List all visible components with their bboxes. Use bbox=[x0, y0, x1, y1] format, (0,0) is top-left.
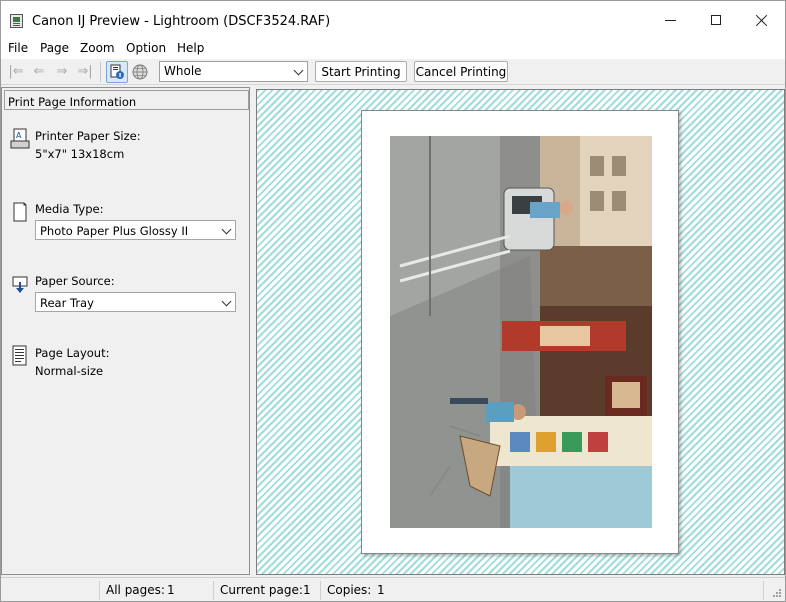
status-bar: All pages: 1 Current page: 1 Copies: 1 bbox=[1, 577, 785, 601]
toolbar: |⇐ ⇐ ⇒ ⇒| Whole Start Printing Cancel Pr… bbox=[1, 59, 785, 85]
all-pages-label: All pages: bbox=[106, 583, 165, 597]
copies-field: Copies: bbox=[320, 581, 763, 600]
street-photo-image bbox=[390, 136, 652, 528]
zoom-select[interactable]: Whole bbox=[159, 61, 308, 82]
preview-window: Canon IJ Preview - Lightroom (DSCF3524.R… bbox=[0, 0, 786, 602]
last-page-icon[interactable]: ⇒| bbox=[76, 65, 94, 79]
menu-zoom[interactable]: Zoom bbox=[80, 41, 115, 55]
window-title: Canon IJ Preview - Lightroom (DSCF3524.R… bbox=[32, 14, 331, 29]
cancel-printing-button[interactable]: Cancel Printing bbox=[414, 61, 508, 82]
paper-size-value: 5"x7" 13x18cm bbox=[35, 147, 125, 161]
zoom-select-value: Whole bbox=[164, 64, 202, 78]
copies-value: 1 bbox=[377, 583, 385, 597]
all-pages-field: All pages: bbox=[99, 581, 213, 600]
paper-source-label: Paper Source: bbox=[35, 274, 115, 288]
maximize-button[interactable] bbox=[693, 1, 739, 39]
menu-help[interactable]: Help bbox=[177, 41, 204, 55]
current-page-label: Current page: bbox=[220, 583, 303, 597]
minimize-icon bbox=[664, 19, 676, 21]
color-adjust-button[interactable] bbox=[130, 62, 150, 82]
paper-size-label: Printer Paper Size: bbox=[35, 129, 141, 143]
minimize-button[interactable] bbox=[647, 1, 693, 39]
first-page-icon[interactable]: |⇐ bbox=[7, 65, 25, 79]
print-info-panel: Print Page Information A Printer Paper S… bbox=[1, 87, 250, 575]
close-icon bbox=[756, 14, 768, 26]
media-type-value: Photo Paper Plus Glossy II bbox=[40, 224, 189, 238]
next-page-icon[interactable]: ⇒ bbox=[53, 65, 71, 79]
paper-size-icon: A bbox=[10, 128, 30, 150]
media-type-icon bbox=[10, 201, 30, 223]
svg-text:A: A bbox=[16, 131, 22, 140]
page-layout-value: Normal-size bbox=[35, 364, 104, 378]
menu-page[interactable]: Page bbox=[40, 41, 69, 55]
current-page-value: 1 bbox=[303, 583, 311, 597]
menu-option[interactable]: Option bbox=[126, 41, 166, 55]
paper-sheet bbox=[361, 110, 679, 554]
paper-source-icon bbox=[10, 273, 30, 295]
print-preview-area[interactable] bbox=[256, 89, 785, 575]
paper-source-select[interactable]: Rear Tray bbox=[35, 292, 236, 312]
toolbar-separator bbox=[100, 62, 101, 82]
resize-grip-icon[interactable] bbox=[772, 588, 782, 598]
menu-file[interactable]: File bbox=[8, 41, 28, 55]
chevron-down-icon bbox=[221, 224, 232, 235]
previous-page-icon[interactable]: ⇐ bbox=[30, 65, 48, 79]
close-button[interactable] bbox=[739, 1, 785, 39]
page-layout-icon bbox=[10, 345, 30, 367]
media-type-label: Media Type: bbox=[35, 202, 104, 216]
copies-label: Copies: bbox=[327, 583, 372, 597]
paper-source-value: Rear Tray bbox=[40, 296, 94, 310]
page-info-button[interactable] bbox=[106, 61, 128, 83]
panel-header: Print Page Information bbox=[4, 90, 249, 110]
all-pages-value: 1 bbox=[167, 583, 175, 597]
maximize-icon bbox=[711, 15, 721, 25]
chevron-down-icon bbox=[293, 65, 304, 76]
menu-bar: File Page Zoom Option Help bbox=[1, 39, 785, 59]
photo-preview bbox=[390, 136, 652, 528]
title-bar[interactable]: Canon IJ Preview - Lightroom (DSCF3524.R… bbox=[1, 1, 785, 39]
page-layout-label: Page Layout: bbox=[35, 346, 110, 360]
media-type-select[interactable]: Photo Paper Plus Glossy II bbox=[35, 220, 236, 240]
globe-icon bbox=[132, 64, 148, 80]
page-info-icon bbox=[110, 64, 124, 79]
chevron-down-icon bbox=[221, 296, 232, 307]
printer-app-icon bbox=[10, 14, 23, 28]
start-printing-button[interactable]: Start Printing bbox=[315, 61, 407, 82]
